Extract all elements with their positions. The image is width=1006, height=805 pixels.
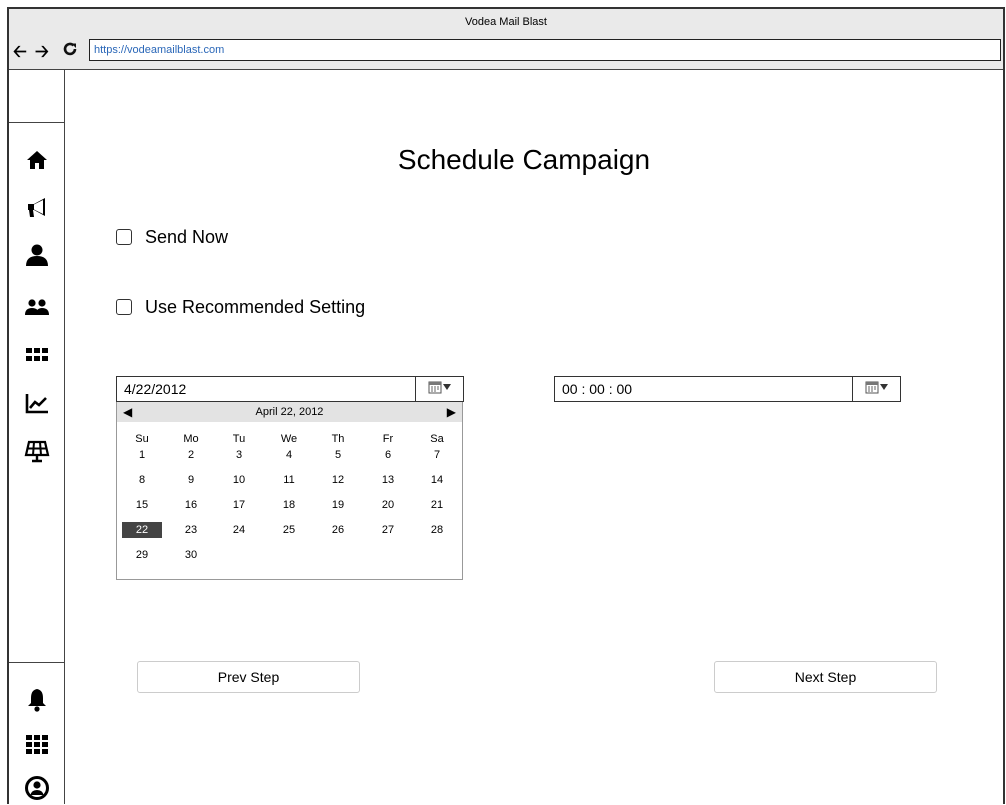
calendar-day[interactable]: 25	[269, 522, 309, 538]
weekday-label: Mo	[183, 433, 199, 445]
calendar-dropdown: ◀ April 22, 2012 ▶ Su Mo Tu We Th Fr Sa 1 2 3 4 5 6 7…	[116, 402, 463, 580]
calendar-day[interactable]: 12	[318, 472, 358, 488]
calendar-day[interactable]: 28	[417, 522, 457, 538]
weekday-label: Th	[331, 433, 345, 445]
prev-month-icon[interactable]: ◀	[123, 402, 132, 422]
time-picker-field[interactable]: 00 : 00 : 00	[554, 376, 901, 402]
calendar-day[interactable]: 11	[269, 472, 309, 488]
weekday-label: Tu	[232, 433, 246, 445]
main-content: Schedule Campaign Send Now Use Recommend…	[65, 70, 1003, 804]
calendar-day[interactable]: 3	[219, 447, 259, 463]
calendar-day[interactable]: 26	[318, 522, 358, 538]
date-value: 4/22/2012	[124, 381, 187, 397]
calendar-day[interactable]: 1	[122, 447, 162, 463]
calendar-day[interactable]: 7	[417, 447, 457, 463]
chart-line-icon[interactable]	[24, 390, 50, 416]
user-circle-icon[interactable]	[24, 775, 50, 801]
home-icon[interactable]	[24, 147, 50, 173]
next-month-icon[interactable]: ▶	[447, 402, 456, 422]
calendar-day[interactable]: 5	[318, 447, 358, 463]
send-now-checkbox[interactable]	[116, 229, 132, 245]
date-picker-field[interactable]: 4/22/2012	[116, 376, 464, 402]
page-title: Schedule Campaign	[397, 144, 651, 175]
weekday-label: We	[280, 433, 298, 445]
calendar-day[interactable]: 21	[417, 497, 457, 513]
weekday-label: Su	[135, 433, 149, 445]
apps-icon[interactable]	[24, 342, 50, 368]
recommended-setting-label: Use Recommended Setting	[145, 296, 366, 317]
calendar-day[interactable]: 30	[171, 547, 211, 563]
calendar-day[interactable]: 15	[122, 497, 162, 513]
reload-icon[interactable]	[62, 41, 78, 62]
next-step-button[interactable]: Next Step	[714, 661, 937, 693]
browser-window: Vodea Mail Blast 🡠 🡢 https://vodeamailbl…	[7, 7, 1005, 804]
megaphone-icon[interactable]	[24, 195, 50, 221]
solar-panel-icon[interactable]	[24, 438, 50, 464]
calendar-day[interactable]: 19	[318, 497, 358, 513]
calendar-day[interactable]: 20	[368, 497, 408, 513]
user-icon[interactable]	[24, 242, 50, 268]
calendar-day[interactable]: 13	[368, 472, 408, 488]
time-value: 00 : 00 : 00	[562, 381, 633, 397]
back-arrow-icon[interactable]: 🡠	[13, 42, 27, 62]
calendar-day[interactable]: 9	[171, 472, 211, 488]
time-picker-button[interactable]	[852, 377, 900, 401]
calendar-day[interactable]: 23	[171, 522, 211, 538]
recommended-setting-option[interactable]: Use Recommended Setting	[116, 295, 365, 319]
recommended-setting-checkbox[interactable]	[116, 299, 132, 315]
grid-icon[interactable]	[24, 732, 50, 758]
calendar-day[interactable]: 8	[122, 472, 162, 488]
weekday-label: Sa	[430, 433, 444, 445]
forward-arrow-icon[interactable]: 🡢	[35, 42, 49, 62]
weekday-label: Fr	[382, 433, 394, 445]
address-bar: 🡠 🡢 https://vodeamailblast.com	[9, 36, 1003, 70]
calendar-day[interactable]: 16	[171, 497, 211, 513]
calendar-day-selected[interactable]: 22	[122, 522, 162, 538]
calendar-title: April 22, 2012	[255, 406, 324, 418]
window-title: Vodea Mail Blast	[9, 9, 1003, 36]
calendar-day[interactable]: 14	[417, 472, 457, 488]
calendar-header: ◀ April 22, 2012 ▶	[117, 402, 462, 422]
calendar-day[interactable]: 10	[219, 472, 259, 488]
send-now-label: Send Now	[145, 226, 229, 247]
calendar-day[interactable]: 29	[122, 547, 162, 563]
calendar-day[interactable]: 6	[368, 447, 408, 463]
users-icon[interactable]	[24, 294, 50, 320]
sidebar-divider	[9, 122, 65, 123]
calendar-day[interactable]: 2	[171, 447, 211, 463]
date-picker-button[interactable]	[415, 377, 463, 401]
calendar-day[interactable]: 18	[269, 497, 309, 513]
sidebar	[9, 70, 65, 804]
sidebar-divider	[9, 662, 65, 663]
url-field[interactable]: https://vodeamailblast.com	[89, 39, 1001, 61]
calendar-icon	[865, 377, 889, 401]
calendar-day[interactable]: 4	[269, 447, 309, 463]
calendar-day[interactable]: 17	[219, 497, 259, 513]
calendar-icon	[428, 377, 452, 401]
calendar-day[interactable]: 24	[219, 522, 259, 538]
send-now-option[interactable]: Send Now	[116, 225, 228, 249]
bell-icon[interactable]	[24, 687, 50, 713]
prev-step-button[interactable]: Prev Step	[137, 661, 360, 693]
calendar-day[interactable]: 27	[368, 522, 408, 538]
